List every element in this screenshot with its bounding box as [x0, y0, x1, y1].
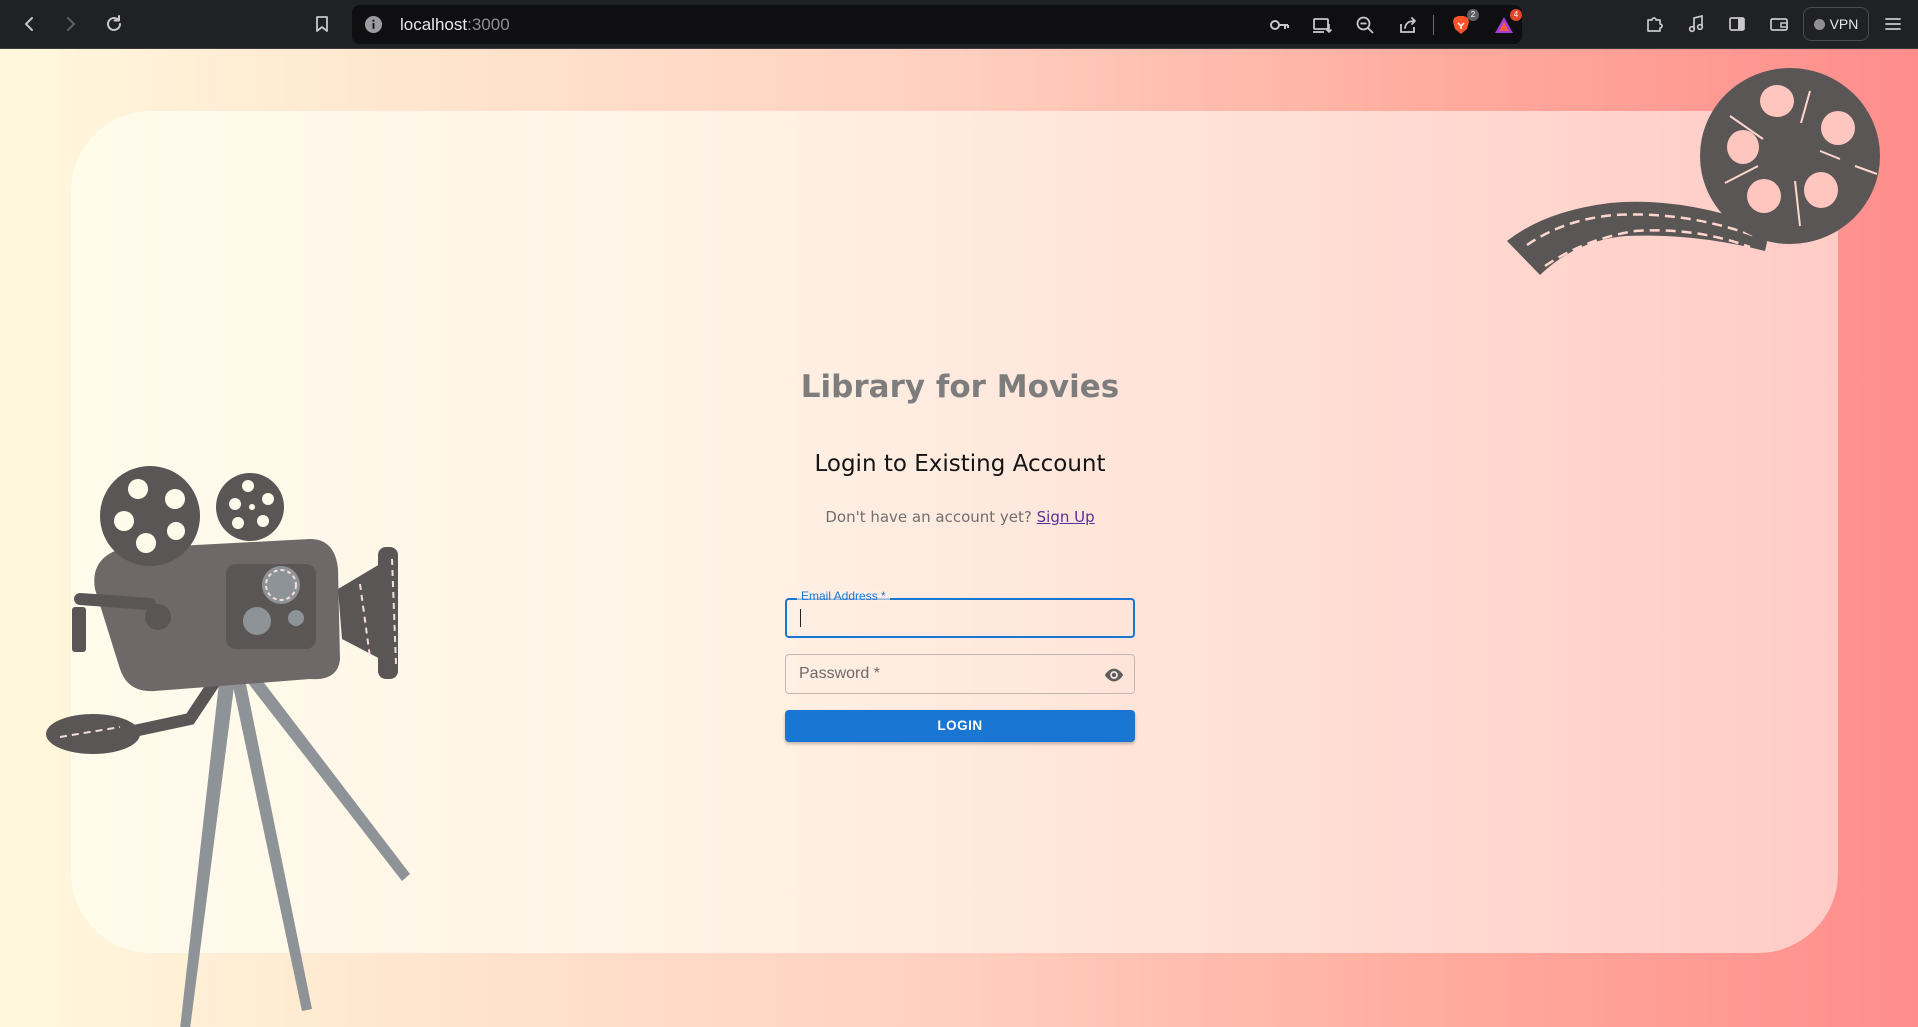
brave-shields-button[interactable]: 2 — [1447, 9, 1479, 39]
install-app-button[interactable] — [1308, 11, 1336, 39]
zoom-out-icon — [1356, 16, 1374, 34]
login-button[interactable]: LOGIN — [785, 710, 1135, 742]
zoom-button[interactable] — [1351, 11, 1379, 39]
reload-button[interactable] — [98, 8, 130, 40]
address-bar[interactable]: localhost:3000 2 4 — [352, 5, 1522, 44]
menu-button[interactable] — [1877, 8, 1909, 40]
wallet-icon — [1770, 18, 1788, 31]
text-cursor — [800, 609, 801, 627]
signup-prompt: Don't have an account yet? Sign Up — [785, 508, 1135, 526]
key-icon — [1270, 20, 1289, 30]
login-heading: Login to Existing Account — [814, 451, 1106, 477]
site-info-icon[interactable] — [364, 15, 383, 34]
bookmark-button[interactable] — [306, 8, 338, 40]
share-button[interactable] — [1394, 11, 1422, 39]
sidebar-button[interactable] — [1721, 8, 1753, 40]
signup-prompt-text: Don't have an account yet? — [825, 508, 1032, 526]
media-button[interactable] — [1680, 8, 1712, 40]
password-placeholder: Password * — [799, 665, 880, 682]
page-background: Library for Movies Login to Existing Acc… — [0, 49, 1918, 1027]
reload-icon — [107, 15, 121, 31]
chevron-right-icon — [67, 17, 75, 31]
wallet-button[interactable] — [1763, 8, 1795, 40]
url-port: :3000 — [467, 15, 510, 34]
vpn-label: VPN — [1829, 16, 1859, 32]
music-note-icon — [1688, 14, 1704, 33]
url-host: localhost — [400, 15, 468, 34]
back-button[interactable] — [13, 8, 45, 40]
password-field[interactable]: Password * — [785, 654, 1135, 694]
password-key-button[interactable] — [1265, 11, 1293, 39]
signup-link[interactable]: Sign Up — [1037, 508, 1095, 526]
movie-camera-illustration — [46, 466, 410, 1027]
hamburger-menu-icon — [1885, 18, 1901, 30]
install-icon — [1313, 18, 1333, 34]
brave-rewards-badge: 4 — [1510, 9, 1522, 21]
vpn-button[interactable]: VPN — [1803, 7, 1869, 41]
show-password-icon[interactable] — [1103, 664, 1125, 686]
bookmark-icon — [316, 16, 328, 32]
vpn-status-icon — [1813, 18, 1825, 30]
share-icon — [1400, 17, 1416, 33]
chevron-left-icon — [25, 17, 33, 31]
app-title: Library for Movies — [800, 369, 1120, 405]
sidebar-icon — [1729, 17, 1745, 31]
brave-rewards-button[interactable]: 4 — [1490, 9, 1522, 39]
extensions-button[interactable] — [1638, 8, 1670, 40]
puzzle-icon — [1647, 17, 1663, 32]
film-reel-illustration — [1507, 68, 1880, 275]
email-field[interactable]: Email Address * — [785, 589, 1135, 638]
forward-button[interactable] — [55, 8, 87, 40]
browser-toolbar: localhost:3000 2 4 VPN — [0, 0, 1918, 49]
url-text[interactable]: localhost:3000 — [400, 5, 510, 44]
brave-shields-badge: 2 — [1467, 9, 1479, 21]
email-label: Email Address * — [797, 589, 890, 603]
toolbar-divider — [1433, 15, 1434, 35]
